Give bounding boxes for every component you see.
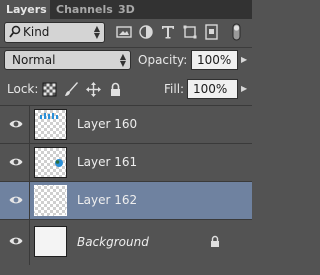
layer-row[interactable]: Layer 162 (0, 181, 252, 220)
layer-thumbnail (34, 109, 67, 140)
lock-transparent-icon[interactable] (42, 82, 57, 97)
divider (29, 106, 30, 144)
lock-position-icon[interactable] (86, 82, 101, 97)
layer-name[interactable]: Layer 161 (77, 155, 137, 169)
layer-content-preview (40, 113, 58, 119)
eye-icon[interactable] (9, 195, 23, 205)
search-icon (9, 25, 21, 38)
divider (29, 220, 30, 265)
lock-label: Lock: (7, 82, 39, 96)
eye-icon[interactable] (9, 236, 23, 246)
layer-thumbnail (34, 226, 67, 257)
opacity-dropdown-icon[interactable]: ▶ (241, 55, 247, 64)
fill-label: Fill: (164, 82, 185, 96)
fill-field[interactable]: 100% (187, 79, 238, 99)
tab-channels[interactable]: Channels (56, 0, 113, 19)
layer-thumbnail (34, 147, 67, 178)
type-filter-icon[interactable] (160, 24, 176, 40)
lock-icon (211, 235, 219, 247)
image-filter-icon[interactable] (116, 24, 132, 40)
opacity-field[interactable]: 100% (191, 50, 238, 70)
tab-3d[interactable]: 3D (118, 0, 135, 19)
layer-filter-row: Kind ▲ ▼ (4, 21, 250, 45)
lock-all-icon[interactable] (108, 82, 123, 97)
eye-icon[interactable] (9, 157, 23, 167)
fill-dropdown-icon[interactable]: ▶ (241, 84, 247, 93)
layer-thumbnail (34, 185, 67, 216)
layer-content-preview (55, 159, 63, 167)
layer-row[interactable]: Background (0, 219, 252, 265)
blend-mode-select[interactable]: Normal ▲ ▼ (4, 50, 131, 70)
layer-row[interactable]: Layer 161 (0, 143, 252, 182)
divider (29, 144, 30, 182)
layer-name[interactable]: Background (77, 235, 149, 249)
layer-row[interactable]: Layer 160 (0, 105, 252, 144)
smart-object-filter-icon[interactable] (204, 24, 220, 40)
lock-fill-row: Lock: Fill: 100% ▶ (4, 79, 250, 101)
eye-icon[interactable] (9, 119, 23, 129)
select-arrows-icon: ▲ ▼ (93, 24, 100, 40)
opacity-label: Opacity: (138, 53, 188, 67)
panel-tab-bar: Layers Channels 3D (0, 0, 252, 19)
divider (29, 182, 30, 220)
blend-mode-label: Normal (12, 53, 56, 67)
filter-toggle-icon[interactable] (230, 23, 244, 41)
shape-filter-icon[interactable] (182, 24, 198, 40)
tab-layers[interactable]: Layers (0, 0, 50, 19)
filter-kind-label: Kind (23, 25, 50, 39)
layer-name[interactable]: Layer 162 (77, 193, 137, 207)
adjustment-filter-icon[interactable] (138, 24, 154, 40)
filter-kind-select[interactable]: Kind ▲ ▼ (4, 22, 105, 43)
select-arrows-icon: ▲ ▼ (119, 52, 126, 68)
blend-opacity-row: Normal ▲ ▼ Opacity: 100% ▶ (4, 50, 250, 72)
lock-image-icon[interactable] (64, 82, 79, 97)
divider (0, 47, 252, 48)
layer-name[interactable]: Layer 160 (77, 117, 137, 131)
